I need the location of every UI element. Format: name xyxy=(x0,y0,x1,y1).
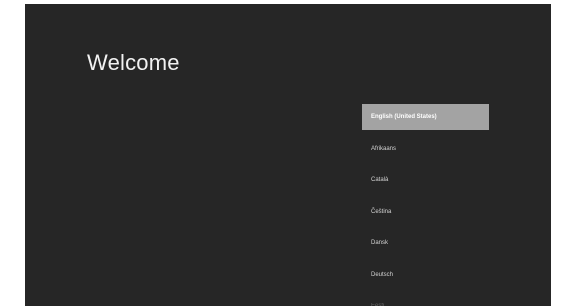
setup-screen: Welcome English (United States) Afrikaan… xyxy=(25,4,551,306)
language-list[interactable]: English (United States) Afrikaans Català… xyxy=(362,104,489,306)
language-option-eesti[interactable]: Eesti xyxy=(362,293,489,306)
language-option-cestina[interactable]: Čeština xyxy=(362,199,489,225)
language-option-afrikaans[interactable]: Afrikaans xyxy=(362,136,489,162)
language-option-deutsch[interactable]: Deutsch xyxy=(362,262,489,288)
language-option-english-us[interactable]: English (United States) xyxy=(362,104,489,130)
language-option-dansk[interactable]: Dansk xyxy=(362,230,489,256)
language-option-catala[interactable]: Català xyxy=(362,167,489,193)
welcome-title: Welcome xyxy=(87,50,180,75)
